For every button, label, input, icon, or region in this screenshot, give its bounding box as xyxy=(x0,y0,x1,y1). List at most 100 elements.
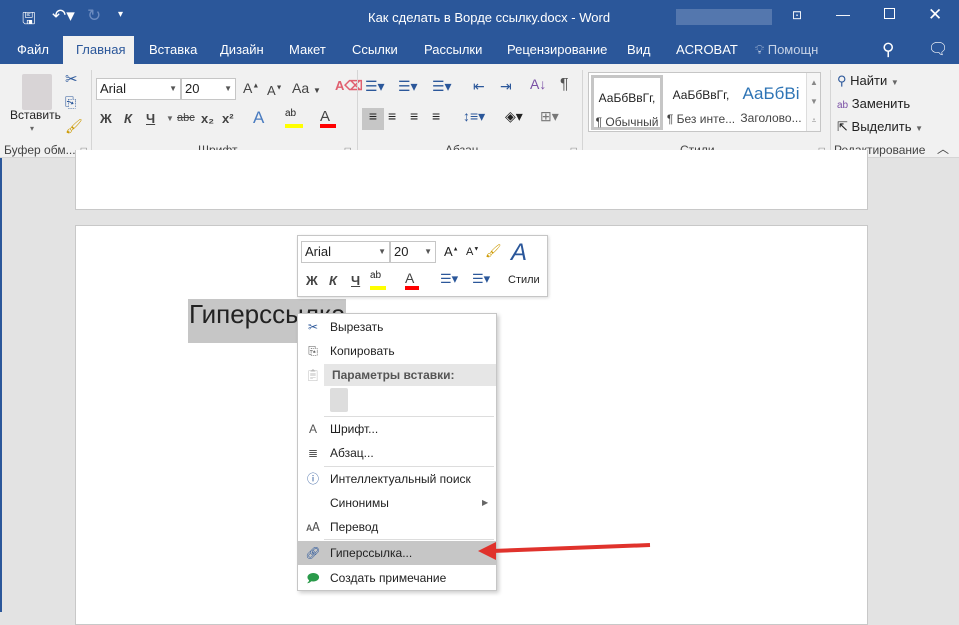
strikethrough-button[interactable]: abc xyxy=(177,112,195,124)
tab-references[interactable]: Ссылки xyxy=(342,36,408,64)
annotation-arrow xyxy=(478,542,651,560)
tab-mailings[interactable]: Рассылки xyxy=(414,36,492,64)
align-left-icon[interactable]: ≡ xyxy=(362,108,384,130)
bold-button[interactable]: Ж xyxy=(306,273,318,288)
paste-button[interactable]: Вставить xyxy=(10,108,61,122)
chevron-down-icon: ▼ xyxy=(378,247,386,256)
collapse-ribbon-icon[interactable]: ︿ xyxy=(937,140,949,157)
format-painter-icon[interactable]: 🖌︎ xyxy=(485,243,502,259)
save-icon[interactable]: 🖫 xyxy=(22,8,36,35)
menu-item-translate[interactable]: 🗚 Перевод xyxy=(298,515,496,539)
increase-indent-icon[interactable]: ⇥ xyxy=(500,78,512,95)
paste-keep-text-icon[interactable] xyxy=(330,388,348,412)
maximize-icon[interactable] xyxy=(884,8,895,19)
menu-item-paragraph[interactable]: ≣ Абзац... xyxy=(298,441,496,465)
italic-button[interactable]: К xyxy=(124,111,132,126)
bold-button[interactable]: Ж xyxy=(100,111,112,126)
styles-icon[interactable]: A xyxy=(511,239,527,267)
tab-acrobat[interactable]: ACROBAT xyxy=(666,36,748,64)
share-icon[interactable]: ⚲ xyxy=(872,36,904,64)
superscript-button[interactable]: x² xyxy=(222,111,234,126)
line-spacing-icon[interactable]: ↕≡▾ xyxy=(463,108,485,125)
ribbon: Вставить ▾ ✂ ⎘ 🖌︎ Буфер обм... ◲ Arial▼ … xyxy=(0,64,959,158)
mini-font-combo[interactable]: Arial ▼ xyxy=(301,241,390,263)
subscript-button[interactable]: x₂ xyxy=(201,111,214,126)
select-button[interactable]: ⇱ Выделить ▼ xyxy=(837,119,923,135)
highlight-color-icon[interactable]: ab xyxy=(285,108,303,128)
arrow-shaft xyxy=(491,543,651,553)
menu-item-synonyms[interactable]: Синонимы ▶ xyxy=(298,491,496,515)
menu-item-cut[interactable]: ✂ Вырезать xyxy=(298,315,496,339)
align-right-icon[interactable]: ≡ xyxy=(410,108,418,124)
style-heading1[interactable]: АаБбВі Заголово... xyxy=(737,78,805,131)
replace-button[interactable]: ab Заменить xyxy=(837,96,910,111)
styles-scroll[interactable]: ▲ ▼ ⩡ xyxy=(806,73,820,131)
font-name-combo[interactable]: Arial ▼ xyxy=(96,78,181,100)
highlight-color-icon[interactable]: ab xyxy=(370,270,386,290)
clear-formatting-icon[interactable]: A⌫ xyxy=(335,78,363,94)
title-bar: 🖫 ↶▾ ↻ ▾ Как сделать в Ворде ссылку.docx… xyxy=(0,0,959,36)
style-no-spacing[interactable]: АаБбВвГг, ¶ Без инте... xyxy=(665,78,737,131)
mini-toolbar: Arial ▼ 20 ▼ A▲ A▼ 🖌︎ A Стили Ж К Ч ab A ☰… xyxy=(297,235,548,297)
grow-font-icon[interactable]: A▲ xyxy=(444,244,459,259)
comments-icon[interactable]: 🗨︎ xyxy=(918,36,958,64)
mini-styles-button[interactable]: Стили xyxy=(508,274,540,286)
borders-icon[interactable]: ⊞▾ xyxy=(540,108,559,125)
hyperlink-icon: 🔗︎ xyxy=(305,546,321,560)
menu-item-new-comment[interactable]: 🗩 Создать примечание xyxy=(298,566,496,590)
menu-item-copy[interactable]: ⎘ Копировать xyxy=(298,339,496,363)
format-painter-icon[interactable]: 🖌︎ xyxy=(65,118,83,135)
tab-insert[interactable]: Вставка xyxy=(139,36,207,64)
font-color-icon[interactable]: A xyxy=(405,270,419,290)
menu-item-font[interactable]: A Шрифт... xyxy=(298,417,496,441)
italic-button[interactable]: К xyxy=(329,273,337,288)
minimize-icon[interactable]: — xyxy=(836,6,850,22)
tab-view[interactable]: Вид xyxy=(617,36,661,64)
multilevel-list-icon[interactable]: ☰▾ xyxy=(432,78,452,95)
font-icon: A xyxy=(308,422,317,436)
tab-file[interactable]: Файл xyxy=(7,36,59,64)
undo-icon[interactable]: ↶▾ xyxy=(52,6,75,26)
copy-icon[interactable]: ⎘ xyxy=(65,94,76,111)
shading-icon[interactable]: ◈▾ xyxy=(505,108,523,125)
text-effects-icon[interactable]: A xyxy=(253,108,264,128)
change-case-button[interactable]: Aa ▼ xyxy=(292,80,321,96)
mini-size-combo[interactable]: 20 ▼ xyxy=(390,241,436,263)
sort-icon[interactable]: A↓ xyxy=(530,76,546,92)
new-comment-icon: 🗩 xyxy=(306,571,320,585)
underline-button[interactable]: Ч xyxy=(351,273,360,288)
show-marks-icon[interactable]: ¶ xyxy=(560,76,569,94)
menu-item-hyperlink[interactable]: 🔗︎ Гиперссылка... xyxy=(298,541,496,565)
close-icon[interactable]: ✕ xyxy=(928,5,942,25)
tab-home[interactable]: Главная xyxy=(63,36,134,64)
cut-icon[interactable]: ✂ xyxy=(65,70,78,88)
justify-icon[interactable]: ≡ xyxy=(432,108,440,124)
bullets-icon[interactable]: ☰▾ xyxy=(440,271,458,287)
paste-icon[interactable] xyxy=(22,74,52,110)
align-center-icon[interactable]: ≡ xyxy=(388,108,396,124)
numbering-icon[interactable]: ☰▾ xyxy=(398,78,418,95)
tab-layout[interactable]: Макет xyxy=(279,36,336,64)
replace-icon: ab xyxy=(837,100,849,111)
font-color-icon[interactable]: A xyxy=(320,108,336,128)
grow-font-icon[interactable]: A▲ xyxy=(243,80,259,96)
ribbon-display-icon[interactable]: ⊡ xyxy=(792,8,802,22)
shrink-font-icon[interactable]: A▼ xyxy=(267,83,283,98)
font-size-combo[interactable]: 20 ▼ xyxy=(181,78,236,100)
style-normal[interactable]: АаБбВвГг, ¶ Обычный xyxy=(591,75,663,130)
numbering-icon[interactable]: ☰▾ xyxy=(472,271,490,287)
underline-button[interactable]: Ч xyxy=(146,111,155,126)
chevron-down-icon[interactable]: ▼ xyxy=(166,114,174,123)
find-button[interactable]: ⚲ Найти ▼ xyxy=(837,73,899,89)
menu-item-smart-lookup[interactable]: ⓘ Интеллектуальный поиск xyxy=(298,467,496,491)
shrink-font-icon[interactable]: A▼ xyxy=(466,246,479,258)
window-title: Как сделать в Ворде ссылку.docx - Word xyxy=(368,10,611,25)
tell-me[interactable]: 💡︎ Помощн xyxy=(745,36,828,64)
tab-review[interactable]: Рецензирование xyxy=(497,36,617,64)
bullets-icon[interactable]: ☰▾ xyxy=(365,78,385,95)
customize-qat-icon[interactable]: ▾ xyxy=(118,9,123,20)
decrease-indent-icon[interactable]: ⇤ xyxy=(473,78,485,95)
window-border xyxy=(0,158,2,612)
tab-design[interactable]: Дизайн xyxy=(210,36,274,64)
redo-icon[interactable]: ↻ xyxy=(87,6,101,26)
